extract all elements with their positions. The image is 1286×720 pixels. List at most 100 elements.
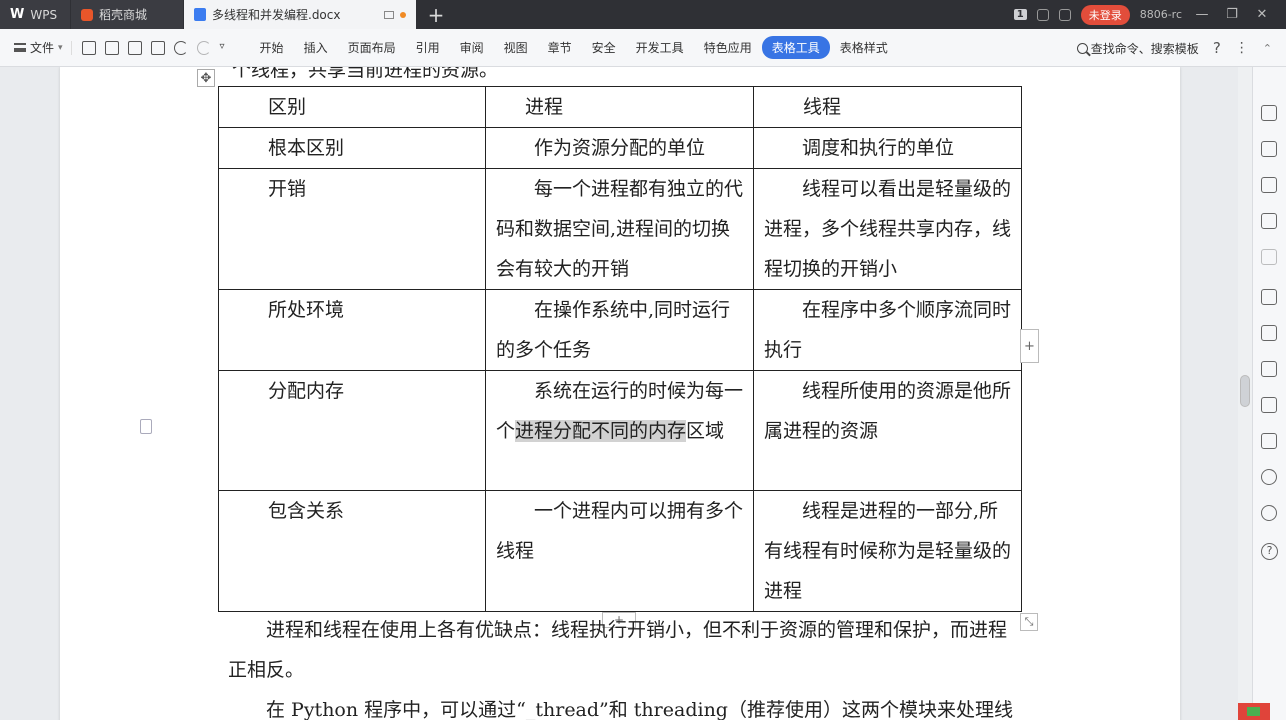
tab-chapter[interactable]: 章节 — [538, 36, 582, 59]
table-cell[interactable]: 线程所使用的资源是他所属进程的资源 — [753, 370, 1022, 491]
table-cell[interactable]: 一个进程内可以拥有多个线程 — [485, 490, 754, 612]
table-cell[interactable]: 作为资源分配的单位 — [485, 127, 754, 169]
collapse-ribbon-icon[interactable]: ⌃ — [1263, 42, 1272, 55]
wps-logo-icon: W — [10, 7, 25, 22]
docer-icon — [81, 8, 93, 21]
tab-table-tools[interactable]: 表格工具 — [761, 36, 830, 59]
command-search[interactable]: 查找命令、搜索模板 — [1076, 40, 1199, 57]
format-icon[interactable] — [1261, 249, 1277, 265]
right-tool-panel: ? — [1252, 67, 1286, 720]
save-icon[interactable] — [81, 40, 96, 55]
minimize-button[interactable]: — — [1192, 7, 1212, 22]
table-resize-icon[interactable]: ⤡ — [1020, 613, 1038, 631]
screen-recorder-icon[interactable] — [1238, 703, 1270, 720]
history-icon[interactable] — [1261, 505, 1277, 521]
paragraph-text: 进程和线程在使用上各有优缺点：线程执行开销小，但不利于资源的管理和保护，而进程正… — [228, 619, 1008, 681]
table-cell[interactable]: 系统在运行的时候为每一个进程分配不同的内存区域 — [485, 370, 754, 491]
table-cell[interactable]: 根本区别 — [218, 127, 486, 169]
ribbon-tabs: 开始 插入 页面布局 引用 审阅 视图 章节 安全 开发工具 特色应用 表格工具… — [250, 36, 898, 59]
screen-icon[interactable] — [384, 10, 394, 19]
tab-table-style[interactable]: 表格样式 — [830, 36, 898, 59]
select-cursor-icon[interactable] — [1261, 141, 1277, 157]
table-cell[interactable]: 在操作系统中,同时运行的多个任务 — [485, 289, 754, 371]
help-circle-icon[interactable]: ? — [1261, 543, 1278, 560]
file-menu[interactable]: 文件 ▾ — [0, 39, 71, 56]
find-replace-icon[interactable] — [1261, 289, 1277, 305]
tab-developer[interactable]: 开发工具 — [626, 36, 694, 59]
customize-toolbar-icon[interactable]: ▿ — [220, 41, 234, 55]
add-column-button[interactable]: + — [1020, 329, 1039, 363]
style-icon[interactable] — [1261, 213, 1277, 229]
window-count-badge[interactable]: 1 — [1013, 9, 1027, 20]
paragraph-layout-icon[interactable] — [140, 419, 152, 434]
table-cell[interactable]: 在程序中多个顺序流同时执行 — [753, 289, 1022, 371]
tab-features[interactable]: 特色应用 — [694, 36, 762, 59]
tab-references[interactable]: 引用 — [406, 36, 450, 59]
close-button[interactable]: ✕ — [1252, 7, 1272, 22]
help-icon[interactable]: ? — [1213, 39, 1221, 57]
body-paragraph[interactable]: 在 Python 程序中，可以通过“_thread”和 threading（推荐… — [228, 690, 1018, 720]
table-cell[interactable]: 分配内存 — [218, 370, 486, 491]
docer-shop-tab[interactable]: 稻壳商城 — [71, 0, 183, 29]
title-bar: W WPS 稻壳商城 多线程和并发编程.docx + 1 未登录 8806-rc… — [0, 0, 1286, 29]
table-cell[interactable]: 调度和执行的单位 — [753, 127, 1022, 169]
table-cell[interactable]: 包含关系 — [218, 490, 486, 612]
undo-icon[interactable] — [173, 40, 188, 55]
archive-icon[interactable] — [1261, 397, 1277, 413]
tab-view[interactable]: 视图 — [494, 36, 538, 59]
document-area[interactable]: 个线程，共享当前进程的资源。 ✥ 区别 进程 线程 根本区别 作为资源分配的单位… — [0, 67, 1238, 720]
table-header-cell[interactable]: 线程 — [753, 86, 1022, 128]
cell-text: 在程序中多个顺序流同时执行 — [764, 299, 1012, 361]
restore-button[interactable]: ❐ — [1222, 7, 1242, 22]
table-row: 包含关系 一个进程内可以拥有多个线程 线程是进程的一部分,所有线程有时候称为是轻… — [218, 490, 1022, 612]
tab-security[interactable]: 安全 — [582, 36, 626, 59]
more-icon[interactable]: ⋮ — [1235, 40, 1249, 56]
scrollbar-thumb[interactable] — [1240, 375, 1250, 407]
cell-text: 作为资源分配的单位 — [534, 137, 706, 159]
wps-home-tab[interactable]: W WPS — [0, 0, 70, 29]
table-cell[interactable]: 每一个进程都有独立的代码和数据空间,进程间的切换会有较大的开销 — [485, 168, 754, 290]
share-icon[interactable] — [1058, 8, 1071, 21]
redo-icon[interactable] — [196, 40, 211, 55]
document-tab[interactable]: 多线程和并发编程.docx — [184, 0, 416, 29]
table-move-handle-icon[interactable]: ✥ — [197, 69, 215, 87]
translate-icon[interactable] — [1261, 361, 1277, 377]
table-cell[interactable]: 线程是进程的一部分,所有线程有时候称为是轻量级的进程 — [753, 490, 1022, 612]
shape-icon[interactable] — [1261, 177, 1277, 193]
table-row: 分配内存 系统在运行的时候为每一个进程分配不同的内存区域 线程所使用的资源是他所… — [218, 370, 1022, 491]
format-painter-icon[interactable] — [104, 40, 119, 55]
document-tab-label: 多线程和并发编程.docx — [212, 8, 341, 22]
search-icon — [1076, 42, 1088, 54]
table-row: 开销 每一个进程都有独立的代码和数据空间,进程间的切换会有较大的开销 线程可以看… — [218, 168, 1022, 290]
table-header-cell[interactable]: 进程 — [485, 86, 754, 128]
table-cell[interactable]: 线程可以看出是轻量级的进程，多个线程共享内存，线程切换的开销小 — [753, 168, 1022, 290]
share-out-icon[interactable] — [1261, 325, 1277, 341]
skin-icon[interactable] — [1036, 8, 1049, 21]
vertical-scrollbar[interactable] — [1238, 67, 1252, 720]
shop-tab-label: 稻壳商城 — [99, 8, 148, 22]
body-paragraph[interactable]: 进程和线程在使用上各有优缺点：线程执行开销小，但不利于资源的管理和保护，而进程正… — [228, 610, 1018, 690]
print-icon[interactable] — [127, 40, 142, 55]
cell-text: 在操作系统中,同时运行的多个任务 — [496, 299, 731, 361]
shield-icon[interactable] — [1261, 469, 1277, 485]
table-header-row: 区别 进程 线程 — [218, 86, 1022, 128]
selected-text[interactable]: 进程分配不同的内存 — [515, 420, 687, 442]
document-page[interactable]: 个线程，共享当前进程的资源。 ✥ 区别 进程 线程 根本区别 作为资源分配的单位… — [60, 67, 1180, 720]
cell-text-after: 区域 — [686, 420, 725, 442]
login-button[interactable]: 未登录 — [1080, 4, 1130, 25]
edit-pen-icon[interactable] — [1261, 105, 1277, 121]
tab-page-layout[interactable]: 页面布局 — [338, 36, 406, 59]
image-icon[interactable] — [1261, 433, 1277, 449]
process-thread-comparison-table[interactable]: 区别 进程 线程 根本区别 作为资源分配的单位 调度和执行的单位 开销 每一个进… — [218, 86, 1022, 612]
new-tab-button[interactable]: + — [422, 0, 450, 29]
table-cell[interactable]: 所处环境 — [218, 289, 486, 371]
table-header-cell[interactable]: 区别 — [218, 86, 486, 128]
tab-review[interactable]: 审阅 — [450, 36, 494, 59]
table-cell[interactable]: 开销 — [218, 168, 486, 290]
quick-access-toolbar: ▿ — [70, 40, 244, 55]
print-preview-icon[interactable] — [150, 40, 165, 55]
user-label[interactable]: 8806-rc — [1140, 8, 1182, 21]
tab-insert[interactable]: 插入 — [294, 36, 338, 59]
tab-start[interactable]: 开始 — [250, 36, 294, 59]
unsaved-dot-icon — [400, 11, 406, 18]
